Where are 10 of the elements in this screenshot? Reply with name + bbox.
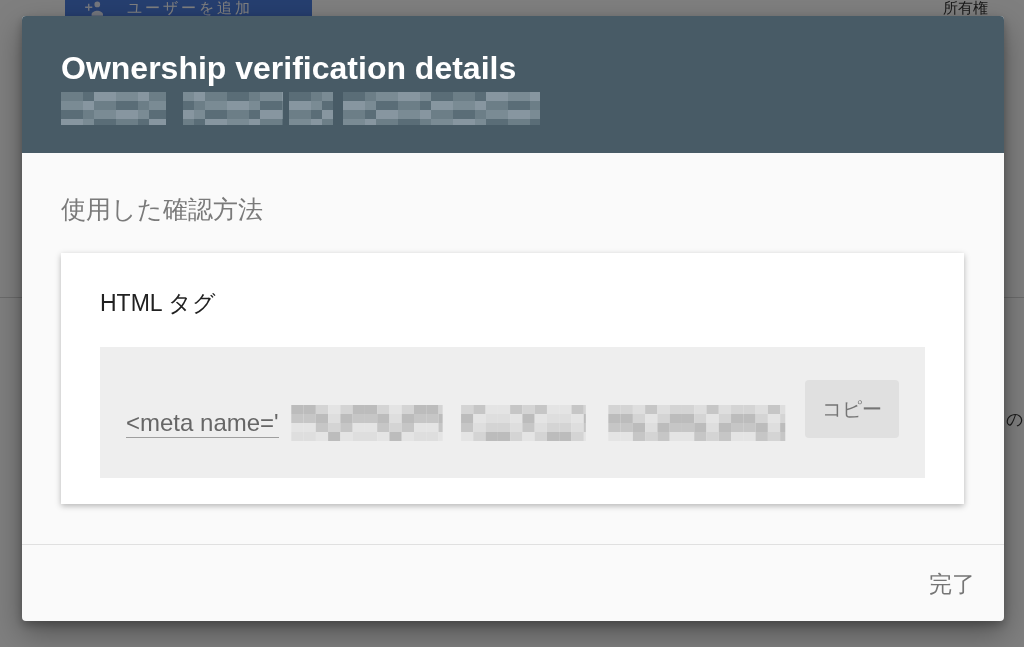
done-button[interactable]: 完了 [921,564,983,604]
dialog-title: Ownership verification details [61,50,517,86]
section-label: 使用した確認方法 [61,196,264,224]
code-field[interactable]: <meta name=' [126,408,279,438]
copy-button[interactable]: コピー [805,380,899,438]
column-heading: 所有権 [943,0,988,16]
page-text: の [1006,410,1023,429]
card-title: HTML タグ [100,289,218,317]
add-user-button[interactable]: ユーザーを追加 [65,0,312,16]
person-plus-icon [83,0,103,16]
